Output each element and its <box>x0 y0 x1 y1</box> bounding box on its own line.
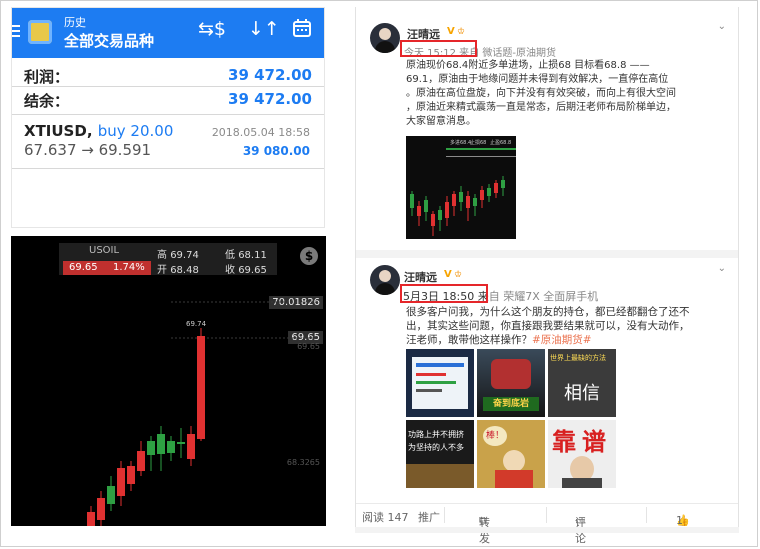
chart-label: 多进68.4 <box>450 140 472 146</box>
highlight-box <box>400 284 488 303</box>
post-source[interactable]: 自 荣耀7X 全面屏手机 <box>489 290 599 303</box>
post-image[interactable] <box>406 349 474 417</box>
image-caption: 相信 <box>564 383 600 404</box>
post-source[interactable]: 自 微话题-原油期货 <box>469 48 556 59</box>
mt4-history-panel: 历史 全部交易品种 ⇆$ ↓↑ 利润： 39 472.00 结余： 39 472… <box>11 7 325 228</box>
image-caption: 功路上并不拥挤 为坚持的人不多 <box>408 430 464 452</box>
header-subtitle: 历史 <box>64 16 86 29</box>
chart-label: 止损68 <box>470 140 487 146</box>
candle <box>117 468 125 496</box>
post-text: 很多客户问我，为什么这个朋友的持仓，都已经都翻仓了还不 出，其实这些问题，你直接… <box>406 306 690 346</box>
menu-icon[interactable] <box>12 22 20 42</box>
chevron-down-icon[interactable]: ⌄ <box>718 263 726 274</box>
candle <box>147 441 155 455</box>
hashtag-link[interactable]: #原油期货# <box>532 334 592 346</box>
usoil-chart-panel: USOIL 69.65 1.74% 高 69.74 开 68.48 低 68.1… <box>11 236 326 526</box>
post-image-chart[interactable]: 多进68.4 止损68 止盈68.8 <box>406 136 516 239</box>
highlight-box <box>400 40 477 57</box>
position-side: buy 20.00 <box>97 122 174 140</box>
candle <box>197 336 205 439</box>
post-image[interactable]: 奋到底岩 <box>477 349 545 417</box>
feed-bottom-border <box>355 527 739 533</box>
post-text: 原油现价68.4附近多单进场，止损68 目标看68.8 —— 69.1，原油由于… <box>406 60 676 127</box>
author-name[interactable]: 汪晴远 <box>404 269 437 285</box>
post-separator <box>356 250 738 258</box>
post-image[interactable]: 功路上并不拥挤 为坚持的人不多 <box>406 420 474 488</box>
chart-label: 止盈68.8 <box>490 140 512 146</box>
position-symbol: XTIUSD, buy 20.00 <box>24 122 173 140</box>
header-title[interactable]: 全部交易品种 <box>64 30 154 51</box>
sort-icon[interactable]: ↓↑ <box>248 18 280 40</box>
post-image[interactable]: 靠谱 <box>548 420 616 488</box>
mt4-logo-icon <box>28 20 52 44</box>
candle <box>167 441 175 453</box>
divider <box>546 507 547 523</box>
post-image[interactable]: 世界上最缺的方法 相信 <box>548 349 616 417</box>
image-caption: 世界上最缺的方法 <box>550 354 606 362</box>
post-image[interactable]: 棒！ <box>477 420 545 488</box>
promote-button[interactable]: 推广 <box>418 509 440 525</box>
divider <box>444 507 445 523</box>
balance-row: 结余： 39 472.00 <box>24 90 312 111</box>
avatar[interactable] <box>370 265 400 295</box>
position-date: 2018.05.04 18:58 <box>211 126 310 139</box>
calendar-icon[interactable] <box>292 18 312 43</box>
divider <box>12 114 324 115</box>
candle <box>107 486 115 504</box>
profit-row: 利润： 39 472.00 <box>24 66 312 87</box>
crown-icon: ♔ <box>454 270 463 280</box>
candle <box>87 512 95 526</box>
profit-value: 39 472.00 <box>228 66 312 84</box>
image-caption: 棒！ <box>483 426 507 446</box>
weibo-feed: 汪晴远 V ♔ ⌄ 今天 15:12 来自 微话题-原油期货 原油现价68.4附… <box>355 7 739 545</box>
profit-label: 利润： <box>24 68 70 86</box>
verified-icon: V <box>447 26 455 37</box>
image-caption: 靠谱 <box>552 428 612 456</box>
balance-label: 结余： <box>24 92 70 110</box>
candlestick-chart <box>87 301 316 526</box>
post-action-bar: 阅读 147 推广 ⧉ 转发 ▭ 评论 👍 1 <box>356 503 738 545</box>
balance-value: 39 472.00 <box>228 90 312 108</box>
chevron-down-icon[interactable]: ⌄ <box>718 21 726 32</box>
currency-exchange-icon[interactable]: ⇆$ <box>198 18 226 40</box>
mt4-header: 历史 全部交易品种 ⇆$ ↓↑ <box>12 8 324 58</box>
candle <box>177 442 185 444</box>
candle <box>157 434 165 454</box>
position-prices: 67.637 → 69.591 <box>24 141 152 159</box>
position-symbol-name: XTIUSD, <box>24 122 93 140</box>
crown-icon: ♔ <box>457 27 466 37</box>
read-count: 阅读 147 <box>362 511 409 524</box>
candle <box>137 451 145 471</box>
verified-icon: V <box>444 269 452 280</box>
divider <box>12 168 324 169</box>
mini-candles <box>410 148 516 236</box>
image-caption: 奋到底岩 <box>483 397 539 411</box>
divider <box>646 507 647 523</box>
candles <box>87 328 205 526</box>
candle <box>187 434 195 459</box>
candle <box>127 466 135 484</box>
candle <box>97 498 105 520</box>
avatar[interactable] <box>370 23 400 53</box>
divider <box>12 86 324 87</box>
position-profit: 39 080.00 <box>242 144 310 158</box>
